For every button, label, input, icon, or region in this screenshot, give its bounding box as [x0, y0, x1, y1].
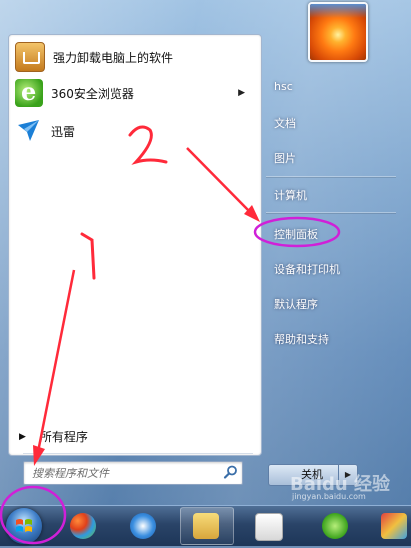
program-label: 强力卸载电脑上的软件 — [53, 50, 174, 65]
search-icon[interactable] — [223, 464, 239, 480]
user-folder-link[interactable]: hsc — [274, 80, 293, 93]
control-panel-link[interactable]: 控制面板 — [274, 226, 318, 242]
divider — [266, 176, 396, 178]
program-item-360-browser[interactable]: 360安全浏览器 ▶ — [15, 77, 253, 109]
folder-icon — [193, 513, 219, 539]
app-icon[interactable] — [70, 513, 96, 539]
arrow-right-icon: ▶ — [19, 431, 26, 442]
user-picture[interactable] — [308, 2, 368, 62]
pictures-link[interactable]: 图片 — [274, 150, 296, 166]
help-support-link[interactable]: 帮助和支持 — [274, 331, 329, 347]
all-programs-label: 所有程序 — [39, 430, 88, 444]
submenu-arrow-icon: ▶ — [238, 88, 245, 98]
360-browser-icon[interactable] — [322, 513, 348, 539]
ie-browser-icon[interactable] — [130, 513, 156, 539]
divider — [23, 453, 253, 454]
computer-link[interactable]: 计算机 — [274, 187, 307, 203]
programs-panel: 强力卸载电脑上的软件 360安全浏览器 ▶ 迅雷 ▶ 所有程序 — [8, 34, 262, 456]
watermark-url: jingyan.baidu.com — [292, 492, 366, 501]
search-input[interactable] — [30, 464, 219, 482]
uninstaller-icon — [15, 42, 45, 72]
divider — [266, 212, 396, 214]
program-item-uninstaller[interactable]: 强力卸载电脑上的软件 — [15, 41, 253, 73]
search-box[interactable] — [23, 461, 243, 485]
program-item-xunlei[interactable]: 迅雷 — [15, 115, 253, 147]
devices-printers-link[interactable]: 设备和打印机 — [274, 261, 340, 277]
documents-link[interactable]: 文档 — [274, 115, 296, 131]
windows-logo-icon — [16, 519, 32, 532]
360-browser-icon — [15, 77, 43, 107]
start-button[interactable] — [6, 508, 42, 544]
media-player-icon[interactable] — [255, 513, 283, 541]
default-programs-link[interactable]: 默认程序 — [274, 296, 318, 312]
program-label: 迅雷 — [51, 124, 76, 139]
xunlei-icon — [15, 117, 43, 145]
app-icon[interactable] — [381, 513, 407, 539]
program-label: 360安全浏览器 — [51, 86, 134, 101]
all-programs-button[interactable]: ▶ 所有程序 — [19, 428, 88, 445]
